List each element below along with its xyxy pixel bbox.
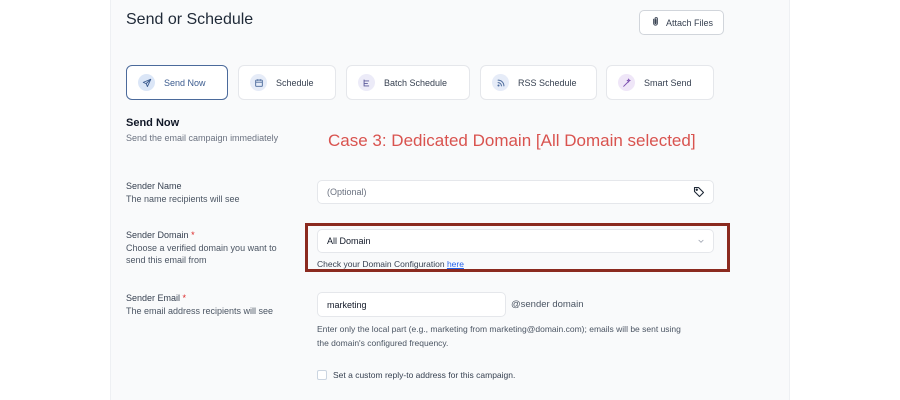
sender-domain-desc-1: Choose a verified domain you want to <box>126 242 277 253</box>
tab-send-now[interactable]: Send Now <box>126 65 228 100</box>
sender-name-placeholder: (Optional) <box>327 187 367 197</box>
tag-icon[interactable] <box>693 186 705 200</box>
calendar-icon <box>250 74 267 91</box>
required-marker: * <box>182 293 187 303</box>
sender-email-desc: The email address recipients will see <box>126 305 274 316</box>
rss-icon <box>492 74 509 91</box>
sender-name-desc: The name recipients will see <box>126 193 240 204</box>
required-marker: * <box>191 230 195 240</box>
batch-icon <box>358 74 375 91</box>
highlight-box <box>305 223 730 272</box>
sender-name-input[interactable]: (Optional) <box>317 180 714 204</box>
paperclip-icon <box>650 16 661 29</box>
section-title: Send Now <box>126 117 180 129</box>
tab-label: Smart Send <box>644 77 692 88</box>
tab-label: Batch Schedule <box>384 77 448 88</box>
case-annotation: Case 3: Dedicated Domain [All Domain sel… <box>328 131 696 150</box>
sender-email-suffix: @sender domain <box>511 299 584 310</box>
tab-label: Schedule <box>276 77 314 88</box>
tab-rss-schedule[interactable]: RSS Schedule <box>480 65 597 100</box>
sender-email-note-2: the domain's configured frequency. <box>317 338 449 348</box>
canvas: Send or Schedule Attach Files Send Now S… <box>0 0 900 400</box>
tab-schedule[interactable]: Schedule <box>238 65 336 100</box>
reply-to-label: Set a custom reply-to address for this c… <box>333 370 516 380</box>
tab-label: RSS Schedule <box>518 77 577 88</box>
section-subtitle: Send the email campaign immediately <box>126 133 279 143</box>
sender-domain-label: Sender Domain <box>126 230 189 240</box>
sender-email-label-group: Sender Email * The email address recipie… <box>126 292 273 317</box>
sender-email-note: Enter only the local part (e.g., marketi… <box>317 322 681 350</box>
tab-batch-schedule[interactable]: Batch Schedule <box>346 65 470 100</box>
sender-domain-desc-2: send this email from <box>126 255 207 265</box>
reply-to-checkbox[interactable] <box>317 370 327 380</box>
sender-domain-label-group: Sender Domain * Choose a verified domain… <box>126 229 277 267</box>
sender-email-input[interactable]: marketing <box>317 292 506 317</box>
wand-icon <box>618 74 635 91</box>
send-icon <box>138 74 155 91</box>
attach-files-label: Attach Files <box>665 17 714 28</box>
tab-label: Send Now <box>164 77 206 88</box>
tab-smart-send[interactable]: Smart Send <box>606 65 714 100</box>
attach-files-button[interactable]: Attach Files <box>639 10 724 35</box>
sender-email-value: marketing <box>327 299 367 310</box>
sender-name-label-group: Sender Name The name recipients will see <box>126 180 240 205</box>
sender-name-label: Sender Name <box>126 181 182 191</box>
page-title: Send or Schedule <box>126 11 254 28</box>
sender-email-note-1: Enter only the local part (e.g., marketi… <box>317 324 681 334</box>
sender-email-label: Sender Email <box>126 293 181 303</box>
